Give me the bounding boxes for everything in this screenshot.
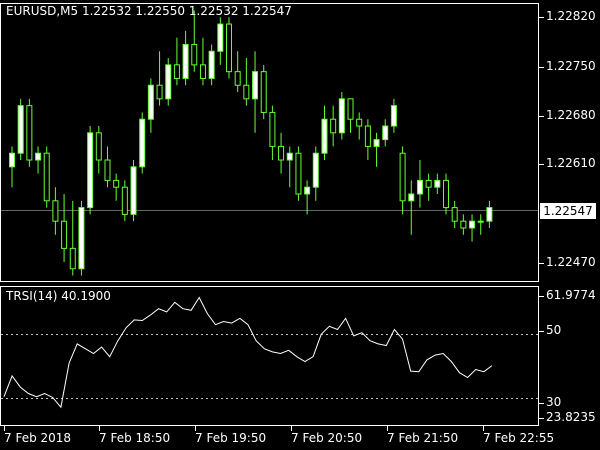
indicator-tick <box>539 296 544 297</box>
bull-candle <box>139 118 146 168</box>
time-axis-label: 7 Feb 19:50 <box>195 431 267 445</box>
bull-candle <box>338 98 345 134</box>
bull-candle <box>434 179 441 188</box>
bear-candle <box>364 125 371 147</box>
bull-candle <box>382 125 389 141</box>
price-tick <box>539 67 544 68</box>
price-tick <box>539 116 544 117</box>
bear-candle <box>399 152 406 202</box>
price-tick <box>539 263 544 264</box>
bull-candle <box>486 207 493 222</box>
bull-candle <box>147 84 154 120</box>
bear-candle <box>347 98 354 120</box>
bear-candle <box>278 145 285 161</box>
bear-candle <box>425 179 432 188</box>
indicator-axis-label: 50 <box>546 323 562 337</box>
time-axis-label: 7 Feb 2018 <box>4 431 72 445</box>
bear-candle <box>61 220 68 249</box>
time-axis-label: 7 Feb 20:50 <box>291 431 363 445</box>
bull-candle <box>312 152 319 188</box>
time-axis-label: 7 Feb 21:50 <box>387 431 459 445</box>
bull-candle <box>416 179 423 195</box>
bear-candle <box>95 132 102 161</box>
bull-candle <box>390 105 397 127</box>
bull-candle <box>321 118 328 154</box>
bull-candle <box>165 64 172 100</box>
bear-candle <box>121 186 128 215</box>
bear-candle <box>69 247 76 270</box>
price-axis-label: 1.22680 <box>546 108 596 122</box>
indicator-axis-label: 30 <box>546 395 562 409</box>
bear-candle <box>234 71 241 86</box>
bear-candle <box>451 207 458 222</box>
bull-candle <box>130 166 137 215</box>
bear-candle <box>330 118 337 134</box>
current-price-label: 1.22547 <box>540 202 596 219</box>
indicator-axis-label: 61.9774 <box>546 288 596 302</box>
indicator-axis-label: 23.8235 <box>546 410 596 424</box>
bull-candle <box>304 186 311 195</box>
chart-canvas[interactable] <box>0 0 600 450</box>
bull-candle <box>182 43 189 79</box>
indicator-tick <box>539 418 544 419</box>
bear-candle <box>173 64 180 79</box>
time-axis-label: 7 Feb 22:55 <box>483 431 555 445</box>
price-axis-label: 1.22820 <box>546 9 596 23</box>
bear-candle <box>443 179 449 209</box>
price-tick <box>539 17 544 18</box>
bear-candle <box>243 84 250 100</box>
bull-candle <box>208 50 215 79</box>
chart-background <box>0 0 600 450</box>
bear-candle <box>52 200 59 222</box>
indicator-tick <box>539 403 544 404</box>
bull-candle <box>87 132 94 209</box>
bear-candle <box>26 105 33 161</box>
bull-candle <box>477 220 484 223</box>
bull-candle <box>469 220 476 229</box>
bear-candle <box>191 43 198 66</box>
bull-candle <box>252 71 259 100</box>
bull-candle <box>35 152 42 161</box>
indicator-title: TRSI(14) 40.1900 <box>6 289 111 303</box>
bear-candle <box>295 152 302 195</box>
bull-candle <box>9 152 15 168</box>
indicator-tick <box>539 331 544 332</box>
bear-candle <box>460 220 467 229</box>
bear-candle <box>269 111 276 147</box>
bear-candle <box>156 84 163 100</box>
bull-candle <box>408 193 415 202</box>
price-axis-label: 1.22750 <box>546 59 596 73</box>
bear-candle <box>356 118 363 127</box>
bear-candle <box>104 159 111 181</box>
time-axis-label: 7 Feb 18:50 <box>99 431 171 445</box>
bear-candle <box>226 23 232 73</box>
price-axis-label: 1.22610 <box>546 156 596 170</box>
bear-candle <box>43 152 50 202</box>
price-axis-label: 1.22470 <box>546 255 596 269</box>
bull-candle <box>373 139 380 147</box>
bull-candle <box>217 23 224 52</box>
bull-candle <box>17 105 24 154</box>
bull-candle <box>78 207 85 270</box>
price-tick <box>539 164 544 165</box>
bear-candle <box>199 64 206 79</box>
bull-candle <box>286 152 293 161</box>
symbol-ohlc-title: EURUSD,M5 1.22532 1.22550 1.22532 1.2254… <box>6 4 292 18</box>
bear-candle <box>260 71 267 113</box>
bear-candle <box>113 179 120 188</box>
